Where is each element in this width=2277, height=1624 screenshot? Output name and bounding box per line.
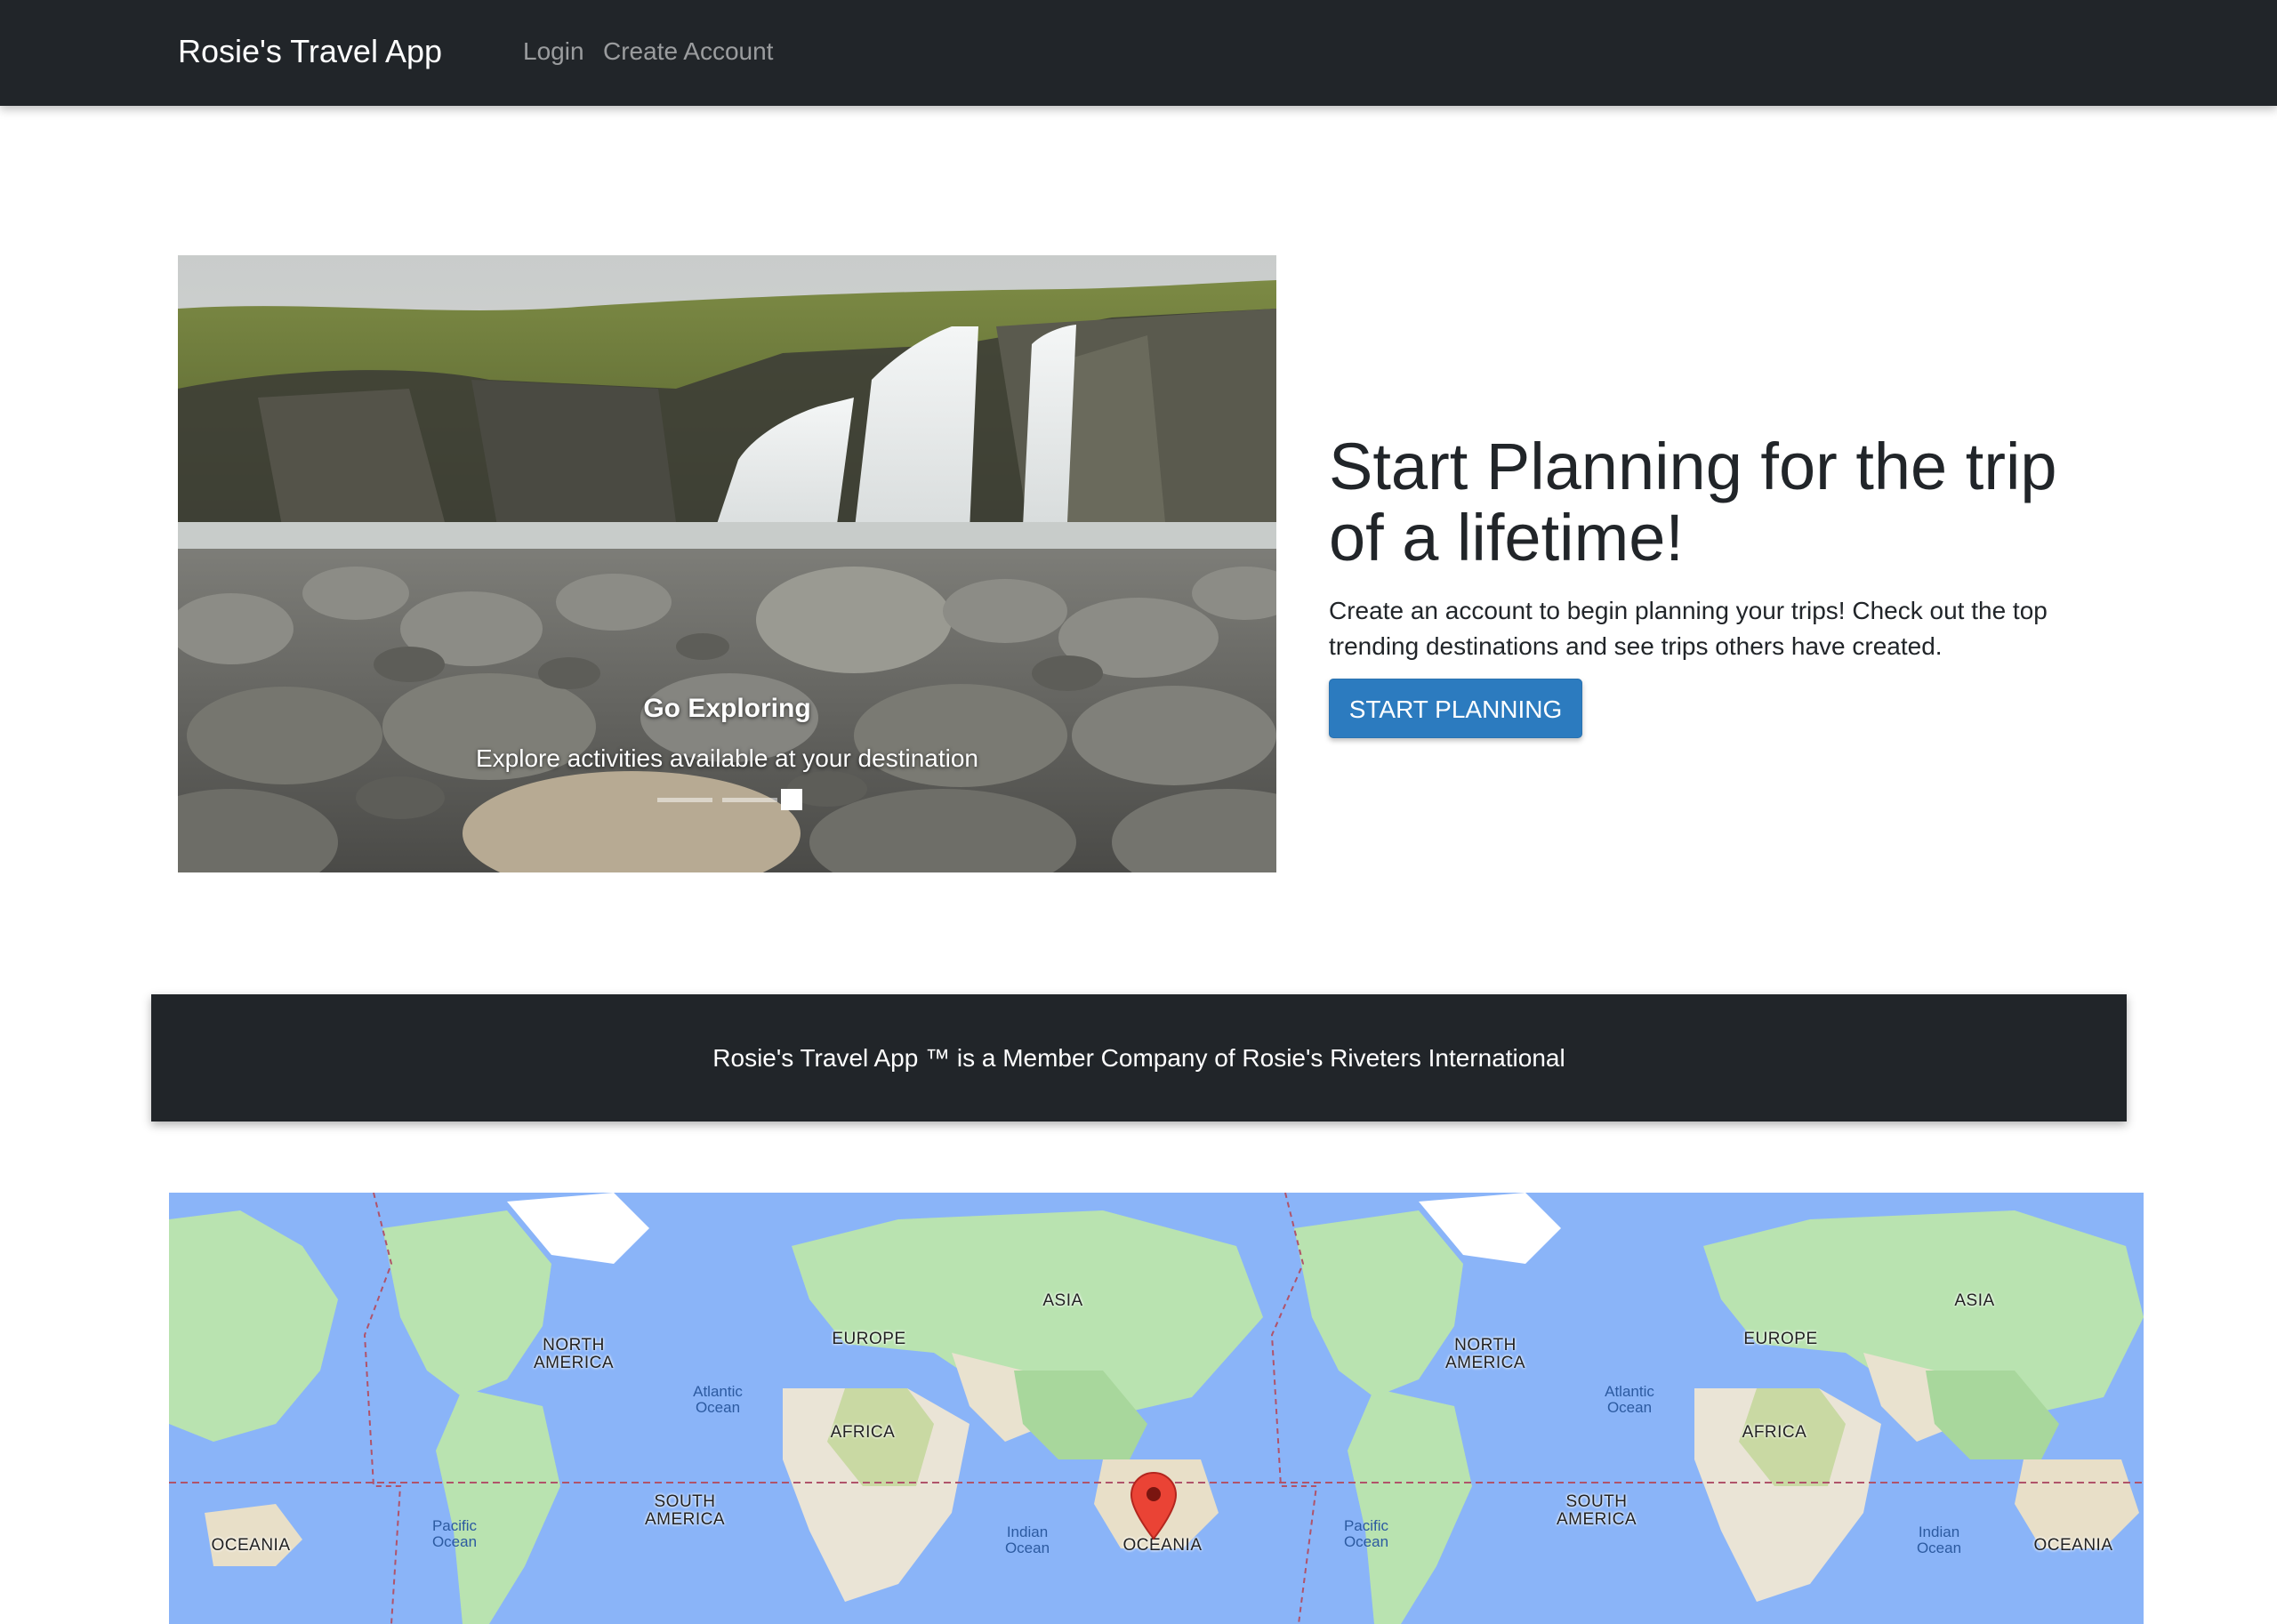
map-label-north-america: NORTH AMERICA xyxy=(533,1336,615,1372)
waterfall-photo xyxy=(178,255,1276,872)
ocean-label-pacific: Pacific Ocean xyxy=(431,1517,478,1550)
ocean-label-indian: Indian Ocean xyxy=(1004,1524,1050,1556)
map-label-south-america-2: SOUTH AMERICA xyxy=(1556,1492,1637,1529)
carousel-caption-text: Explore activities available at your des… xyxy=(476,744,978,772)
nav-login-link[interactable]: Login xyxy=(523,35,584,68)
map-label-asia-2: ASIA xyxy=(1954,1291,1995,1310)
brand-logo-text[interactable]: Rosie's Travel App xyxy=(178,29,442,74)
hero-description: Create an account to begin planning your… xyxy=(1329,597,2048,660)
carousel-indicator-1[interactable] xyxy=(657,798,712,802)
map-label-oceania-west: OCEANIA xyxy=(211,1536,291,1555)
carousel-indicator-3-active[interactable] xyxy=(781,789,802,810)
carousel-indicator-2[interactable] xyxy=(722,798,777,802)
hero-text-block: Start Planning for the trip of a lifetim… xyxy=(1329,430,2112,738)
map-tiles xyxy=(169,1193,2144,1624)
hero-carousel[interactable]: Go Exploring Explore activities availabl… xyxy=(178,255,1276,872)
nav-create-account-link[interactable]: Create Account xyxy=(603,35,773,68)
hero-title: Start Planning for the trip of a lifetim… xyxy=(1329,430,2057,575)
ocean-label-indian-2: Indian Ocean xyxy=(1916,1524,1962,1556)
map-label-africa: AFRICA xyxy=(830,1423,896,1442)
map-label-oceania-east: OCEANIA xyxy=(2033,1536,2113,1555)
member-company-banner: Rosie's Travel App ™ is a Member Company… xyxy=(151,994,2127,1122)
top-navbar: Rosie's Travel App Login Create Account xyxy=(0,0,2277,106)
map-label-south-america: SOUTH AMERICA xyxy=(644,1492,726,1529)
map-label-europe: EUROPE xyxy=(832,1330,906,1348)
ocean-label-atlantic: Atlantic Ocean xyxy=(693,1383,743,1416)
ocean-label-pacific-2: Pacific Ocean xyxy=(1343,1517,1389,1550)
map-label-north-america-2: NORTH AMERICA xyxy=(1444,1336,1526,1372)
map-label-asia: ASIA xyxy=(1042,1291,1083,1310)
map-label-africa-2: AFRICA xyxy=(1742,1423,1807,1442)
map-label-europe-2: EUROPE xyxy=(1743,1330,1818,1348)
world-map[interactable]: NORTH AMERICA EUROPE ASIA AFRICA SOUTH A… xyxy=(169,1193,2144,1624)
start-planning-button[interactable]: START PLANNING xyxy=(1329,679,1582,738)
map-pin-icon[interactable] xyxy=(1130,1471,1178,1542)
carousel-caption-title: Go Exploring xyxy=(643,694,811,723)
ocean-label-atlantic-2: Atlantic Ocean xyxy=(1605,1383,1654,1416)
carousel-indicators xyxy=(178,787,1276,810)
